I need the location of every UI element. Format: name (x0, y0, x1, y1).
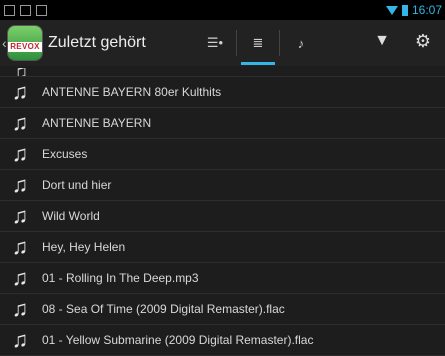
list-item-label: 01 - Rolling In The Deep.mp3 (42, 271, 199, 285)
list-item-label: Hey, Hey Helen (42, 240, 126, 254)
tab-list[interactable]: ≣ (237, 19, 279, 67)
queue-play-icon: ☰• (206, 35, 224, 50)
music-note-icon: ♫ (11, 296, 29, 321)
filter-icon[interactable]: ▼ (374, 32, 390, 50)
list-item[interactable]: ♫ 01 - Rolling In The Deep.mp3 (0, 263, 445, 294)
list-item-label: 01 - Yellow Submarine (2009 Digital Rema… (42, 333, 314, 347)
list-item[interactable]: ♫ Hey, Hey Helen (0, 232, 445, 263)
gear-icon[interactable]: ⚙ (415, 31, 431, 52)
list-icon: ≣ (252, 35, 264, 50)
page-title: Zuletzt gehört (48, 34, 146, 51)
tab-tracks[interactable]: ♪ (280, 19, 322, 67)
tab-queue[interactable]: ☰• (194, 19, 236, 67)
list-item-label: Dort und hier (42, 178, 112, 192)
battery-icon (401, 4, 408, 16)
music-note-icon: ♫ (11, 110, 29, 135)
music-note-icon: ♫ (11, 234, 29, 259)
list-item[interactable]: ♫ Dort und hier (0, 170, 445, 201)
music-note-icon: ♫ (11, 172, 29, 197)
notification-icons (4, 4, 47, 16)
gallery-icon (36, 4, 47, 16)
revox-logo[interactable]: REVOX (8, 26, 42, 60)
list-item[interactable]: ♫ Excuses (0, 139, 445, 170)
clock: 16:07 (411, 3, 442, 17)
list-item-label: Excuses (42, 147, 88, 161)
system-status: 16:07 (385, 3, 442, 17)
list-item[interactable]: ♫ 01 - Yellow Submarine (2009 Digital Re… (0, 325, 445, 356)
music-note-icon: ♫ (11, 203, 29, 228)
music-note-icon: ♫ (11, 327, 29, 352)
music-note-icon: ♫ (11, 141, 29, 166)
list-item[interactable]: ♫ 08 - Sea Of Time (2009 Digital Remaste… (0, 294, 445, 325)
view-tabs: ☰• ≣ ♪ (194, 19, 322, 67)
list-item-label: ANTENNE BAYERN 80er Kulthits (42, 85, 222, 99)
list-item-label: ANTENNE BAYERN (42, 116, 152, 130)
list-item-label: 08 - Sea Of Time (2009 Digital Remaster)… (42, 302, 285, 316)
music-note-icon: ♪ (297, 35, 305, 51)
action-bar: ‹ REVOX Zuletzt gehört ☰• ≣ ♪ ▼ ⚙ (0, 20, 445, 68)
screenshot-icon (20, 4, 31, 16)
list-item-partial: ♫ (0, 68, 445, 77)
notification-icon (4, 4, 15, 16)
music-note-icon: ♫ (11, 79, 29, 104)
wifi-icon (385, 5, 398, 15)
list-item[interactable]: ♫ Wild World (0, 201, 445, 232)
status-bar: 16:07 (0, 0, 445, 20)
list-item[interactable]: ♫ ANTENNE BAYERN 80er Kulthits (0, 77, 445, 108)
list-item[interactable]: ♫ ANTENNE BAYERN (0, 108, 445, 139)
logo-text: REVOX (8, 42, 42, 52)
music-note-icon: ♫ (11, 265, 29, 290)
recent-list: ♫ ♫ ANTENNE BAYERN 80er Kulthits ♫ ANTEN… (0, 68, 445, 356)
list-item-label: Wild World (42, 209, 100, 223)
